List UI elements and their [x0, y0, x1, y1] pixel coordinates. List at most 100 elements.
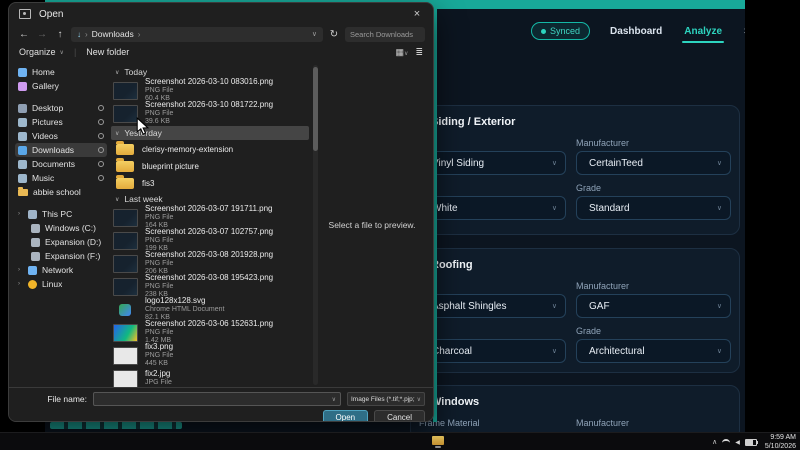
organize-button[interactable]: Organize ∨	[19, 47, 64, 57]
pictures-icon	[18, 117, 27, 127]
sidebar-item-music[interactable]: Music	[15, 171, 107, 185]
file-item-screenshot-2026-03-08-201928-png[interactable]: Screenshot 2026-03-08 201928.png PNG File…	[109, 251, 311, 275]
sidebar-item-downloads[interactable]: Downloads	[15, 143, 107, 157]
sidebar-item-pictures[interactable]: Pictures	[15, 115, 107, 129]
chevron-down-icon[interactable]: ∨	[332, 396, 336, 403]
select-architectural[interactable]: Architectural ∨	[576, 339, 731, 363]
file-item-screenshot-2026-03-06-152631-png[interactable]: Screenshot 2026-03-06 152631.png PNG File…	[109, 320, 311, 344]
details-pane-icon[interactable]: ≣	[415, 47, 423, 58]
sidebar-item-linux[interactable]: › Linux	[15, 277, 107, 291]
file-thumbnail	[113, 323, 138, 342]
section-title: Siding / Exterior	[431, 116, 516, 128]
cancel-button[interactable]: Cancel	[374, 410, 425, 421]
sidebar-item-gallery[interactable]: Gallery	[15, 79, 107, 93]
select-certainteed[interactable]: CertainTeed ∨	[576, 151, 731, 175]
sidebar-item-documents[interactable]: Documents	[15, 157, 107, 171]
sidebar-item-home[interactable]: Home	[15, 65, 107, 79]
folder-item-clerisy-memory-extension[interactable]: clerisy-memory-extension	[109, 141, 311, 157]
sidebar-item-windows-c[interactable]: Windows (C:)	[15, 221, 107, 235]
section-title: Windows	[431, 396, 480, 408]
tray-chevron-icon[interactable]: ∧	[712, 438, 717, 446]
sidebar-item-label: Downloads	[32, 145, 75, 155]
tab-settings[interactable]: Settings	[738, 23, 745, 40]
expand-chevron-icon[interactable]: ›	[18, 211, 23, 217]
breadcrumb-chevron-icon: ›	[85, 29, 88, 39]
file-group-header-last-week[interactable]: ∨ Last week	[111, 193, 309, 205]
search-input[interactable]	[345, 26, 425, 42]
section-card-windows: Windows Frame Material Manufacturer	[410, 385, 740, 432]
sidebar-item-expansion-d[interactable]: Expansion (D:)	[15, 235, 107, 249]
pin-icon	[98, 133, 104, 139]
synced-dot-icon	[541, 28, 546, 34]
app-tabs: Dashboard Analyze Settings	[604, 23, 745, 43]
wifi-icon[interactable]	[722, 438, 731, 446]
forward-icon[interactable]: →	[35, 29, 49, 40]
address-dropdown-icon[interactable]: ∨	[312, 30, 317, 38]
sidebar-item-desktop[interactable]: Desktop	[15, 101, 107, 115]
select-charcoal[interactable]: Charcoal ∨	[419, 339, 566, 363]
back-icon[interactable]: ←	[17, 29, 31, 40]
file-item-screenshot-2026-03-07-191711-png[interactable]: Screenshot 2026-03-07 191711.png PNG File…	[109, 205, 311, 229]
chevron-down-icon: ∨	[551, 160, 557, 167]
select-gaf[interactable]: GAF ∨	[576, 294, 731, 318]
file-text: Screenshot 2026-03-10 081722.png PNG File…	[145, 101, 273, 125]
chevron-down-icon: ∨	[115, 69, 120, 76]
battery-icon[interactable]	[744, 438, 758, 446]
app-header: Synced Dashboard Analyze Settings	[531, 22, 745, 43]
open-button[interactable]: Open	[322, 410, 369, 421]
sidebar-item-abbie-school[interactable]: abbie school	[15, 185, 107, 199]
form-cell-right: Manufacturer CertainTeed ∨	[576, 138, 731, 175]
field-label: Grade	[576, 183, 602, 193]
screen: Synced Dashboard Analyze Settings Siding /…	[0, 0, 800, 450]
file-name: Screenshot 2026-03-08 201928.png	[145, 251, 274, 260]
file-item-screenshot-2026-03-07-102757-png[interactable]: Screenshot 2026-03-07 102757.png PNG File…	[109, 228, 311, 252]
expand-chevron-icon[interactable]: ›	[18, 267, 23, 273]
network-icon	[28, 265, 37, 275]
file-group-label: Today	[124, 67, 148, 77]
file-item-fix2-jpg[interactable]: fix2.jpg JPG File	[109, 367, 311, 387]
file-item-fix3-png[interactable]: fix3.png PNG File 445 KB	[109, 343, 311, 367]
field-label: Manufacturer	[576, 418, 630, 428]
folder-item-fis3[interactable]: fis3	[109, 175, 311, 191]
volume-icon[interactable]: ◀	[735, 439, 740, 446]
expand-chevron-icon[interactable]: ›	[18, 281, 23, 287]
sidebar-item-this-pc[interactable]: › This PC	[15, 207, 107, 221]
taskbar-clock[interactable]: 9:59 AM 5/10/2026	[765, 433, 796, 450]
toolbar-view-icons: ▦∨ ≣	[396, 47, 423, 58]
file-name: Screenshot 2026-03-08 195423.png	[145, 274, 274, 283]
taskbar: ∧ ◀ 9:59 AM 5/10/2026	[0, 432, 800, 450]
tab-dashboard[interactable]: Dashboard	[604, 23, 668, 40]
select-vinyl-siding[interactable]: Vinyl Siding ∨	[419, 151, 566, 175]
tab-analyze[interactable]: Analyze	[678, 23, 728, 43]
file-name-combobox[interactable]: ∨	[93, 392, 341, 406]
taskbar-app-icon[interactable]	[432, 436, 444, 448]
select-asphalt-shingles[interactable]: Asphalt Shingles ∨	[419, 294, 566, 318]
select-white[interactable]: White ∨	[419, 196, 566, 220]
dialog-titlebar[interactable]: Open ×	[9, 3, 433, 25]
folder-item-blueprint-picture[interactable]: blueprint picture	[109, 158, 311, 174]
file-item-logo128x128-svg[interactable]: logo128x128.svg Chrome HTML Document 82.1 …	[109, 297, 311, 321]
up-icon[interactable]: ↑	[53, 29, 67, 40]
sidebar-item-network[interactable]: › Network	[15, 263, 107, 277]
close-icon[interactable]: ×	[401, 3, 433, 25]
scrollbar-thumb[interactable]	[313, 67, 318, 151]
select-standard[interactable]: Standard ∨	[576, 196, 731, 220]
chevron-down-icon: ∨	[716, 303, 722, 310]
new-folder-button[interactable]: New folder	[86, 47, 129, 57]
sidebar-item-label: Music	[32, 173, 55, 183]
file-item-screenshot-2026-03-08-195423-png[interactable]: Screenshot 2026-03-08 195423.png PNG File…	[109, 274, 311, 298]
view-mode-icon[interactable]: ▦∨	[396, 47, 409, 58]
sidebar-item-expansion-f[interactable]: Expansion (F:)	[15, 249, 107, 263]
sidebar-item-videos[interactable]: Videos	[15, 129, 107, 143]
file-type-select[interactable]: Image Files (*.tif;*.pjp;*.j ∨	[347, 392, 425, 406]
file-name-input[interactable]	[98, 393, 332, 405]
address-bar[interactable]: ↓ › Downloads › ∨	[71, 26, 323, 42]
file-item-screenshot-2026-03-10-083016-png[interactable]: Screenshot 2026-03-10 083016.png PNG File…	[109, 78, 311, 102]
file-group-header-today[interactable]: ∨ Today	[111, 66, 309, 78]
refresh-icon[interactable]: ↻	[327, 29, 341, 40]
file-type-value: Image Files (*.tif;*.pjp;*.j	[351, 395, 415, 403]
file-text: logo128x128.svg Chrome HTML Document 82.1 …	[145, 297, 225, 321]
breadcrumb[interactable]: Downloads	[92, 29, 134, 39]
file-name: Screenshot 2026-03-10 083016.png	[145, 78, 274, 87]
pin-icon	[98, 161, 104, 167]
